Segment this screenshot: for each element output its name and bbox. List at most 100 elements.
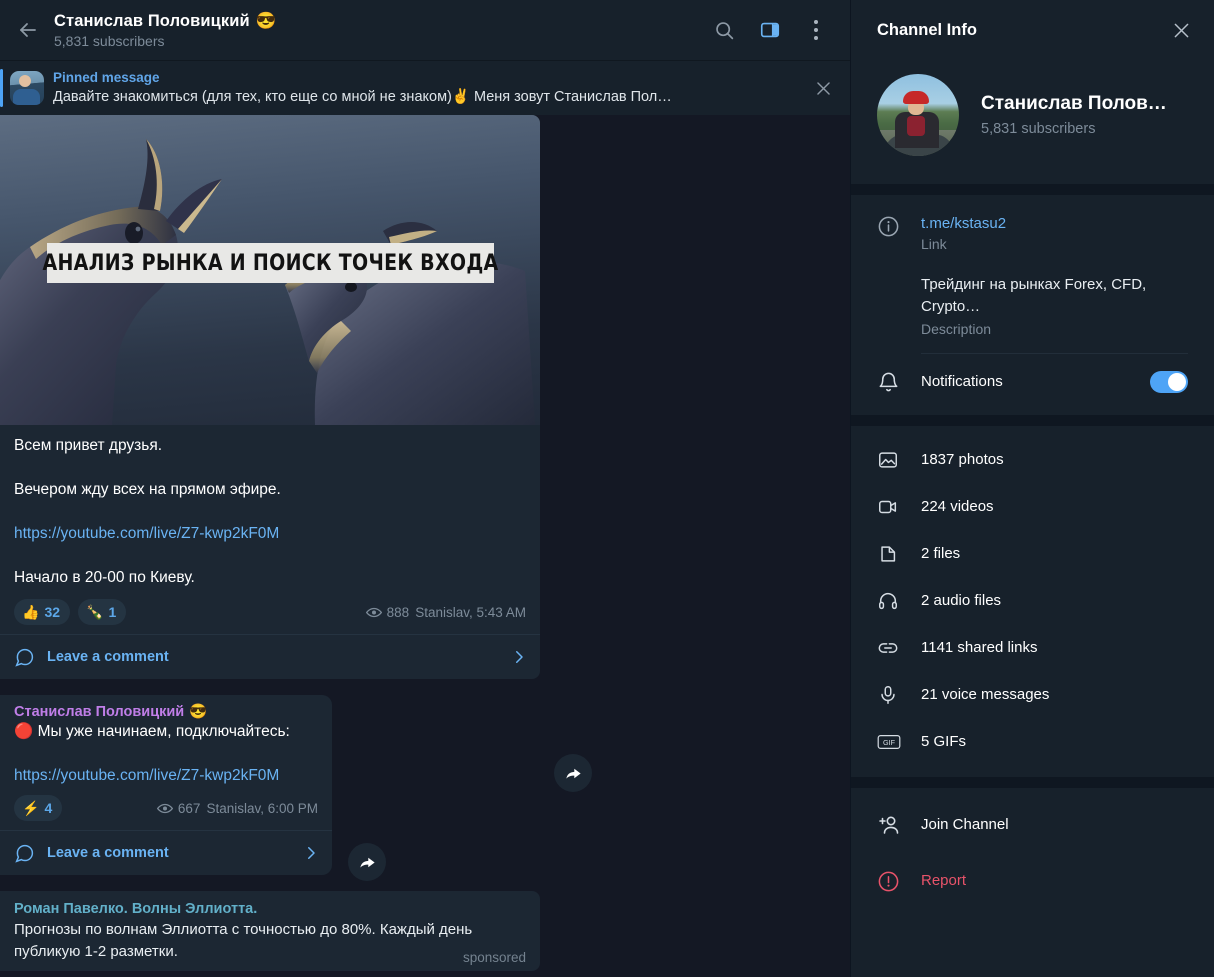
channel-description-row[interactable]: Трейдинг на рынках Forex, CFD, Crypto… D… bbox=[851, 260, 1214, 347]
photo-caption-band: АНАЛИЗ РЫНКА И ПОИСК ТОЧЕК ВХОДА bbox=[42, 243, 498, 283]
notifications-label: Notifications bbox=[921, 373, 1003, 390]
chat-column: Станислав Половицкий 😎 5,831 subscribers bbox=[0, 0, 850, 977]
bell-icon-wrap bbox=[877, 369, 921, 394]
bell-icon bbox=[879, 372, 898, 392]
champagne-icon: 🍾 bbox=[86, 604, 104, 620]
lightning-icon: ⚡ bbox=[22, 800, 40, 816]
message-body-2: Станислав Половицкий 😎 🔴 Мы уже начинаем… bbox=[0, 695, 332, 789]
channel-description-caption: Description bbox=[921, 321, 992, 337]
search-button[interactable] bbox=[704, 10, 744, 50]
message-list[interactable]: АНАЛИЗ РЫНКА И ПОИСК ТОЧЕК ВХОДА Всем пр… bbox=[0, 115, 850, 977]
media-label: 1837 photos bbox=[921, 451, 1004, 468]
youtube-link[interactable]: https://youtube.com/live/Z7-kwp2kF0M bbox=[14, 767, 279, 784]
actions-section: Join Channel Report bbox=[851, 788, 1214, 916]
svg-text:GIF: GIF bbox=[883, 738, 896, 747]
pinned-message-label: Pinned message bbox=[53, 70, 160, 85]
message-signature: Stanislav, 6:00 PM bbox=[206, 800, 318, 816]
gif-icon: GIF bbox=[877, 734, 901, 749]
sponsored-title: Роман Павелко. Волны Эллиотта. bbox=[14, 901, 258, 917]
avatar-shirt-detail bbox=[907, 116, 925, 136]
photo-icon bbox=[879, 451, 897, 468]
link-icon-wrap bbox=[877, 637, 921, 659]
channel-link[interactable]: t.me/kstasu2 bbox=[921, 213, 1196, 234]
join-channel-button[interactable]: Join Channel bbox=[851, 796, 1214, 852]
view-count-value: 667 bbox=[177, 800, 201, 816]
microphone-icon bbox=[881, 685, 895, 704]
message-group-2: Станислав Половицкий 😎 🔴 Мы уже начинаем… bbox=[0, 695, 850, 881]
message-link-line: https://youtube.com/live/Z7-kwp2kF0M bbox=[14, 523, 526, 545]
pinned-close-button[interactable] bbox=[808, 73, 838, 103]
message-bubble-1: АНАЛИЗ РЫНКА И ПОИСК ТОЧЕК ВХОДА Всем пр… bbox=[0, 115, 540, 679]
message-photo[interactable]: АНАЛИЗ РЫНКА И ПОИСК ТОЧЕК ВХОДА bbox=[0, 115, 540, 425]
more-vertical-icon bbox=[814, 20, 818, 40]
back-arrow-icon bbox=[20, 23, 36, 37]
avatar[interactable] bbox=[877, 74, 959, 156]
pinned-message-bar[interactable]: Pinned message Давайте знакомиться (для … bbox=[0, 60, 850, 115]
cool-face-emoji: 😎 bbox=[189, 704, 208, 720]
channel-link-caption: Link bbox=[921, 236, 947, 252]
reaction-chip[interactable]: 👍 32 bbox=[14, 599, 71, 625]
close-icon bbox=[816, 81, 830, 95]
notifications-toggle[interactable] bbox=[1150, 370, 1188, 393]
message-author-name: Станислав Половицкий bbox=[14, 703, 185, 720]
toggle-info-panel-button[interactable] bbox=[750, 10, 790, 50]
sponsored-text: Прогнозы по волнам Эллиотта с точностью … bbox=[14, 921, 473, 960]
message-group-1: АНАЛИЗ РЫНКА И ПОИСК ТОЧЕК ВХОДА Всем пр… bbox=[0, 115, 850, 792]
message-bubble-2: Станислав Половицкий 😎 🔴 Мы уже начинаем… bbox=[0, 695, 332, 875]
media-label: 224 videos bbox=[921, 498, 994, 515]
notifications-row[interactable]: Notifications bbox=[851, 354, 1214, 409]
link-icon bbox=[878, 642, 898, 653]
media-row-files[interactable]: 2 files bbox=[851, 530, 1214, 577]
chat-header: Станислав Половицкий 😎 5,831 subscribers bbox=[0, 0, 850, 60]
media-row-audio[interactable]: 2 audio files bbox=[851, 577, 1214, 624]
add-user-icon bbox=[879, 816, 899, 834]
youtube-link[interactable]: https://youtube.com/live/Z7-kwp2kF0M bbox=[14, 525, 279, 542]
media-row-videos[interactable]: 224 videos bbox=[851, 483, 1214, 530]
media-row-photos[interactable]: 1837 photos bbox=[851, 436, 1214, 483]
reaction-chip[interactable]: 🍾 1 bbox=[78, 599, 127, 625]
reaction-chip[interactable]: ⚡ 4 bbox=[14, 795, 63, 821]
channel-profile-texts: Станислав Полов… 5,831 subscribers bbox=[981, 93, 1167, 137]
message-closing-line: Начало в 20-00 по Киеву. bbox=[14, 569, 195, 586]
report-icon-wrap bbox=[877, 868, 921, 893]
message-link-line: https://youtube.com/live/Z7-kwp2kF0M bbox=[14, 765, 318, 787]
report-button[interactable]: Report bbox=[851, 852, 1214, 908]
join-channel-label: Join Channel bbox=[921, 815, 1009, 833]
eye-icon bbox=[156, 803, 173, 813]
media-row-links[interactable]: 1141 shared links bbox=[851, 624, 1214, 671]
channel-subscriber-count: 5,831 subscribers bbox=[981, 121, 1096, 137]
channel-description: Трейдинг на рынках Forex, CFD, Crypto… bbox=[921, 276, 1147, 315]
channel-info-close-button[interactable] bbox=[1164, 13, 1198, 47]
channel-name: Станислав Полов… bbox=[981, 93, 1167, 114]
channel-link-row[interactable]: t.me/kstasu2 Link bbox=[851, 201, 1214, 260]
media-row-gifs[interactable]: GIF 5 GIFs bbox=[851, 718, 1214, 765]
sponsored-message[interactable]: Роман Павелко. Волны Эллиотта. Прогнозы … bbox=[0, 891, 540, 971]
media-row-voice[interactable]: 21 voice messages bbox=[851, 671, 1214, 718]
view-count: 667 bbox=[156, 800, 201, 816]
report-label: Report bbox=[921, 871, 967, 889]
media-label: 5 GIFs bbox=[921, 733, 967, 750]
message-meta-right-2: 667 Stanislav, 6:00 PM bbox=[156, 800, 318, 816]
message-line: Всем привет друзья. bbox=[14, 437, 163, 454]
view-count: 888 bbox=[365, 605, 409, 620]
photo-icon-wrap bbox=[877, 449, 921, 471]
leave-comment-button-1[interactable]: Leave a comment bbox=[0, 634, 540, 679]
reaction-count: 4 bbox=[44, 800, 53, 816]
eye-icon bbox=[365, 607, 382, 617]
message-author: Станислав Половицкий 😎 bbox=[14, 703, 318, 721]
chat-title: Станислав Половицкий 😎 bbox=[54, 12, 276, 31]
chat-title-text: Станислав Половицкий bbox=[54, 11, 250, 30]
more-menu-button[interactable] bbox=[796, 10, 836, 50]
sidebar-toggle-icon bbox=[760, 22, 780, 38]
leave-comment-button-2[interactable]: Leave a comment bbox=[0, 830, 332, 875]
video-icon bbox=[879, 500, 897, 513]
close-icon bbox=[1174, 23, 1188, 37]
media-section: 1837 photos 224 videos 2 files 2 audio f… bbox=[851, 426, 1214, 777]
cool-face-emoji: 😎 bbox=[255, 11, 277, 30]
chevron-right-icon bbox=[510, 648, 528, 666]
forward-button-2[interactable] bbox=[348, 843, 386, 881]
back-button[interactable] bbox=[6, 8, 50, 52]
info-icon-wrap bbox=[877, 213, 921, 252]
section-divider bbox=[851, 184, 1214, 195]
channel-info-header: Channel Info bbox=[851, 0, 1214, 60]
